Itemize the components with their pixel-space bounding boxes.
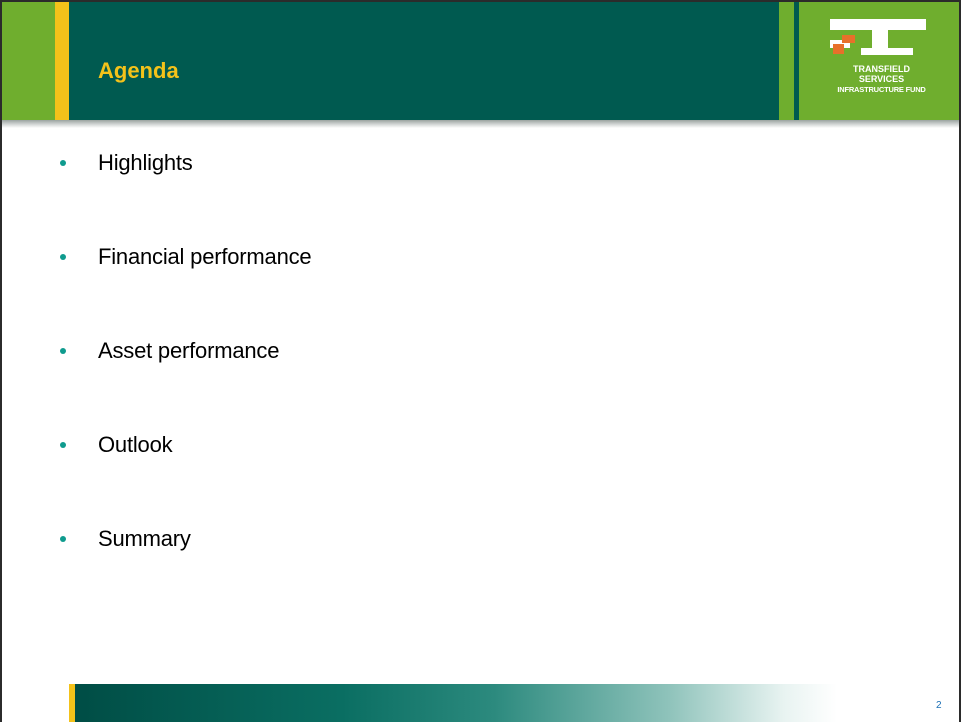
slide: Agenda TRANSFIELD SERVICES INFRASTRUCTUR… xyxy=(0,0,961,722)
bullet-icon xyxy=(60,536,66,542)
footer-gradient-bar xyxy=(75,684,837,722)
header-shadow xyxy=(2,120,959,128)
header-stripe-green-right xyxy=(779,2,794,120)
agenda-item-label: Asset performance xyxy=(98,338,280,363)
agenda-item-label: Highlights xyxy=(98,150,193,175)
bullet-icon xyxy=(60,254,66,260)
list-item: Summary xyxy=(60,524,311,554)
list-item: Asset performance xyxy=(60,336,311,366)
bullet-icon xyxy=(60,160,66,166)
logo-mark-icon xyxy=(830,19,926,55)
header-stripe-yellow-left xyxy=(55,2,69,120)
bullet-icon xyxy=(60,442,66,448)
logo-line-1: TRANSFIELD xyxy=(853,64,910,74)
agenda-item-label: Outlook xyxy=(98,432,173,457)
agenda-item-label: Summary xyxy=(98,526,191,551)
agenda-list: Highlights Financial performance Asset p… xyxy=(60,148,312,618)
company-logo: TRANSFIELD SERVICES INFRASTRUCTURE FUND xyxy=(804,2,959,120)
header-stripe-green-left xyxy=(2,2,55,120)
list-item: Outlook xyxy=(60,430,311,460)
bullet-icon xyxy=(60,348,66,354)
page-number: 2 xyxy=(936,700,942,711)
list-item: Financial performance xyxy=(60,242,312,272)
logo-line-2: SERVICES xyxy=(858,74,905,84)
slide-title: Agenda xyxy=(98,58,179,83)
agenda-item-label: Financial performance xyxy=(98,244,312,269)
list-item: Highlights xyxy=(60,148,311,178)
logo-line-3: INFRASTRUCTURE FUND xyxy=(837,85,926,94)
